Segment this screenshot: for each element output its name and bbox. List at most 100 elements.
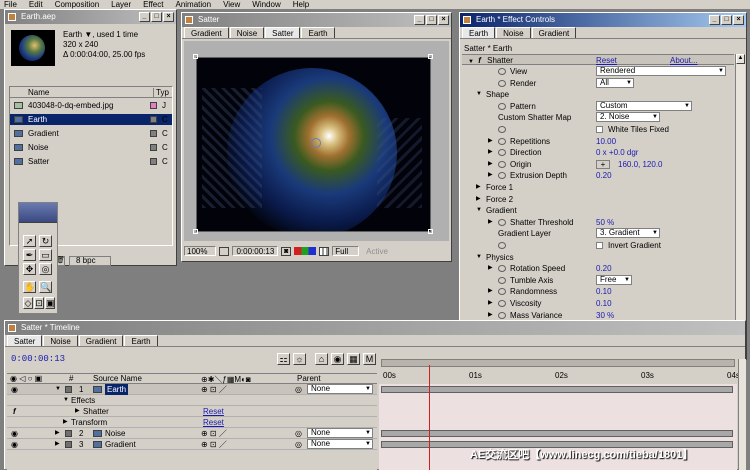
- layer-name[interactable]: Earth: [105, 384, 129, 395]
- live-update-icon[interactable]: ☼: [293, 353, 306, 365]
- dolly-tool-icon[interactable]: ▣: [45, 297, 55, 309]
- stopwatch-icon[interactable]: [498, 311, 506, 319]
- selection-tool-icon[interactable]: ➚: [23, 235, 36, 247]
- snapshot-icon[interactable]: ◙: [281, 246, 292, 256]
- stopwatch-icon[interactable]: [498, 288, 506, 296]
- expand-triangle-icon[interactable]: ▶: [488, 298, 496, 309]
- name-column-header[interactable]: Name: [28, 88, 49, 97]
- eye-icon[interactable]: ◉: [11, 428, 18, 439]
- parent-dropdown[interactable]: None: [307, 439, 373, 449]
- effect-tab-gradient[interactable]: Gradient: [531, 27, 577, 38]
- effect-value[interactable]: 30 %: [596, 310, 614, 321]
- comp-tab-gradient[interactable]: Gradient: [184, 27, 229, 38]
- menu-item-window[interactable]: Window: [252, 0, 280, 9]
- expand-triangle-icon[interactable]: ▼: [476, 252, 484, 263]
- stopwatch-icon[interactable]: [498, 149, 506, 157]
- expand-triangle-icon[interactable]: ▼: [476, 205, 484, 216]
- effect-value[interactable]: 50 %: [596, 217, 614, 228]
- effect-property-row[interactable]: ▶ Extrusion Depth 0.20: [462, 170, 734, 181]
- eye-icon[interactable]: ◉: [11, 384, 18, 395]
- stopwatch-icon[interactable]: [498, 265, 506, 273]
- hide-shy-icon[interactable]: ◉: [331, 353, 344, 365]
- comp-handle[interactable]: [428, 229, 433, 234]
- comp-handle[interactable]: [428, 54, 433, 59]
- checkbox[interactable]: [596, 242, 603, 249]
- expand-triangle-icon[interactable]: ▶: [476, 182, 484, 193]
- layer-property-row[interactable]: ▼ Effects: [7, 395, 377, 406]
- menu-item-composition[interactable]: Composition: [55, 0, 99, 9]
- comp-tab-earth[interactable]: Earth: [301, 27, 335, 38]
- project-item[interactable]: Earth C: [10, 114, 172, 125]
- effect-property-row[interactable]: View Rendered: [462, 66, 734, 77]
- parent-header[interactable]: Parent: [297, 374, 321, 383]
- expand-triangle-icon[interactable]: ▼: [476, 89, 484, 100]
- effect-value[interactable]: 0 x +0.0 dgr: [596, 147, 638, 158]
- close-button[interactable]: ×: [733, 15, 744, 25]
- transparency-grid-icon[interactable]: [319, 246, 330, 256]
- motion-blur-icon[interactable]: M: [363, 353, 376, 365]
- parent-pick-whip-icon[interactable]: ◎: [295, 439, 302, 450]
- reset-link[interactable]: Reset: [596, 55, 617, 66]
- crosshair-icon[interactable]: +: [596, 159, 610, 169]
- fx-switch-icon[interactable]: f: [13, 406, 16, 417]
- expand-triangle-icon[interactable]: ▶: [63, 417, 68, 428]
- expand-triangle-icon[interactable]: ▶: [488, 170, 496, 181]
- menu-item-help[interactable]: Help: [293, 0, 309, 9]
- timeline-scrollbar[interactable]: [738, 359, 746, 470]
- effect-property-row[interactable]: ▶ Randomness 0.10: [462, 286, 734, 297]
- orbit-tool-icon[interactable]: ◇: [23, 297, 33, 309]
- project-item[interactable]: Satter C: [10, 156, 172, 167]
- expand-triangle-icon[interactable]: ▶: [488, 263, 496, 274]
- zoom-dropdown[interactable]: 100%: [184, 246, 217, 256]
- effect-property-row[interactable]: ▼ Physics: [462, 252, 734, 263]
- playhead[interactable]: [428, 365, 430, 470]
- layer-duration-bar[interactable]: [381, 430, 733, 437]
- effect-property-row[interactable]: ▶ Viscosity 0.10: [462, 298, 734, 309]
- effect-value[interactable]: 0.10: [596, 286, 612, 297]
- parent-dropdown[interactable]: None: [307, 384, 373, 394]
- layer-switches-icon[interactable]: ⊕ ⊡ ／: [201, 428, 227, 439]
- layer-duration-bar[interactable]: [381, 386, 733, 393]
- menu-item-layer[interactable]: Layer: [111, 0, 131, 9]
- parent-dropdown[interactable]: None: [307, 428, 373, 438]
- minimize-button[interactable]: _: [414, 15, 425, 25]
- timeline-title-bar[interactable]: Satter * Timeline: [5, 321, 745, 335]
- stopwatch-icon[interactable]: [498, 160, 506, 168]
- rotate-tool-icon[interactable]: ↻: [39, 235, 52, 247]
- menu-item-view[interactable]: View: [223, 0, 240, 9]
- expand-triangle-icon[interactable]: ▶: [75, 406, 80, 417]
- project-item[interactable]: 403048-0-dq-embed.jpg J: [10, 100, 172, 111]
- current-time[interactable]: 0:00:00:13: [232, 246, 279, 256]
- effect-property-row[interactable]: ▶ Rotation Speed 0.20: [462, 263, 734, 274]
- effect-tab-earth[interactable]: Earth: [462, 27, 496, 38]
- expand-triangle-icon[interactable]: ▶: [488, 217, 496, 228]
- stopwatch-icon[interactable]: [498, 300, 506, 307]
- effect-dropdown[interactable]: All: [596, 77, 634, 88]
- effect-property-row[interactable]: Invert Gradient: [462, 240, 734, 251]
- pan-behind-tool-icon[interactable]: ✥: [23, 263, 36, 275]
- effect-scrollbar[interactable]: ▲ ▼: [735, 54, 745, 356]
- stopwatch-icon[interactable]: [498, 218, 506, 226]
- bpc-label[interactable]: 8 bpc: [69, 256, 111, 266]
- frame-blending-icon[interactable]: ▦: [347, 353, 360, 365]
- stopwatch-icon[interactable]: [498, 68, 506, 75]
- effect-property-row[interactable]: ▶ Origin 160.0, 120.0 +: [462, 159, 734, 170]
- pen-tool-icon[interactable]: ✒: [23, 249, 36, 261]
- effect-value[interactable]: 0.10: [596, 298, 612, 309]
- about-link[interactable]: About...: [670, 55, 698, 66]
- time-ruler[interactable]: 00s 01s 02s 03s 04s: [379, 359, 740, 384]
- effect-property-row[interactable]: ▶ Force 1: [462, 182, 734, 193]
- timeline-tab-satter[interactable]: Satter: [7, 335, 43, 346]
- draft-3d-icon[interactable]: ⌂: [315, 353, 328, 365]
- expand-triangle-icon[interactable]: ▶: [55, 428, 60, 439]
- comp-tab-satter[interactable]: Satter: [265, 27, 301, 38]
- close-button[interactable]: ×: [438, 15, 449, 25]
- menu-item-file[interactable]: File: [4, 0, 17, 9]
- safe-zones-icon[interactable]: [219, 246, 230, 256]
- expand-triangle-icon[interactable]: ▶: [55, 439, 60, 450]
- expand-triangle-icon[interactable]: ▶: [488, 147, 496, 158]
- timeline-tab-gradient[interactable]: Gradient: [78, 335, 124, 346]
- comp-tab-noise[interactable]: Noise: [229, 27, 265, 38]
- effect-property-row[interactable]: White Tiles Fixed: [462, 124, 734, 135]
- expand-triangle-icon[interactable]: ▼: [55, 384, 61, 395]
